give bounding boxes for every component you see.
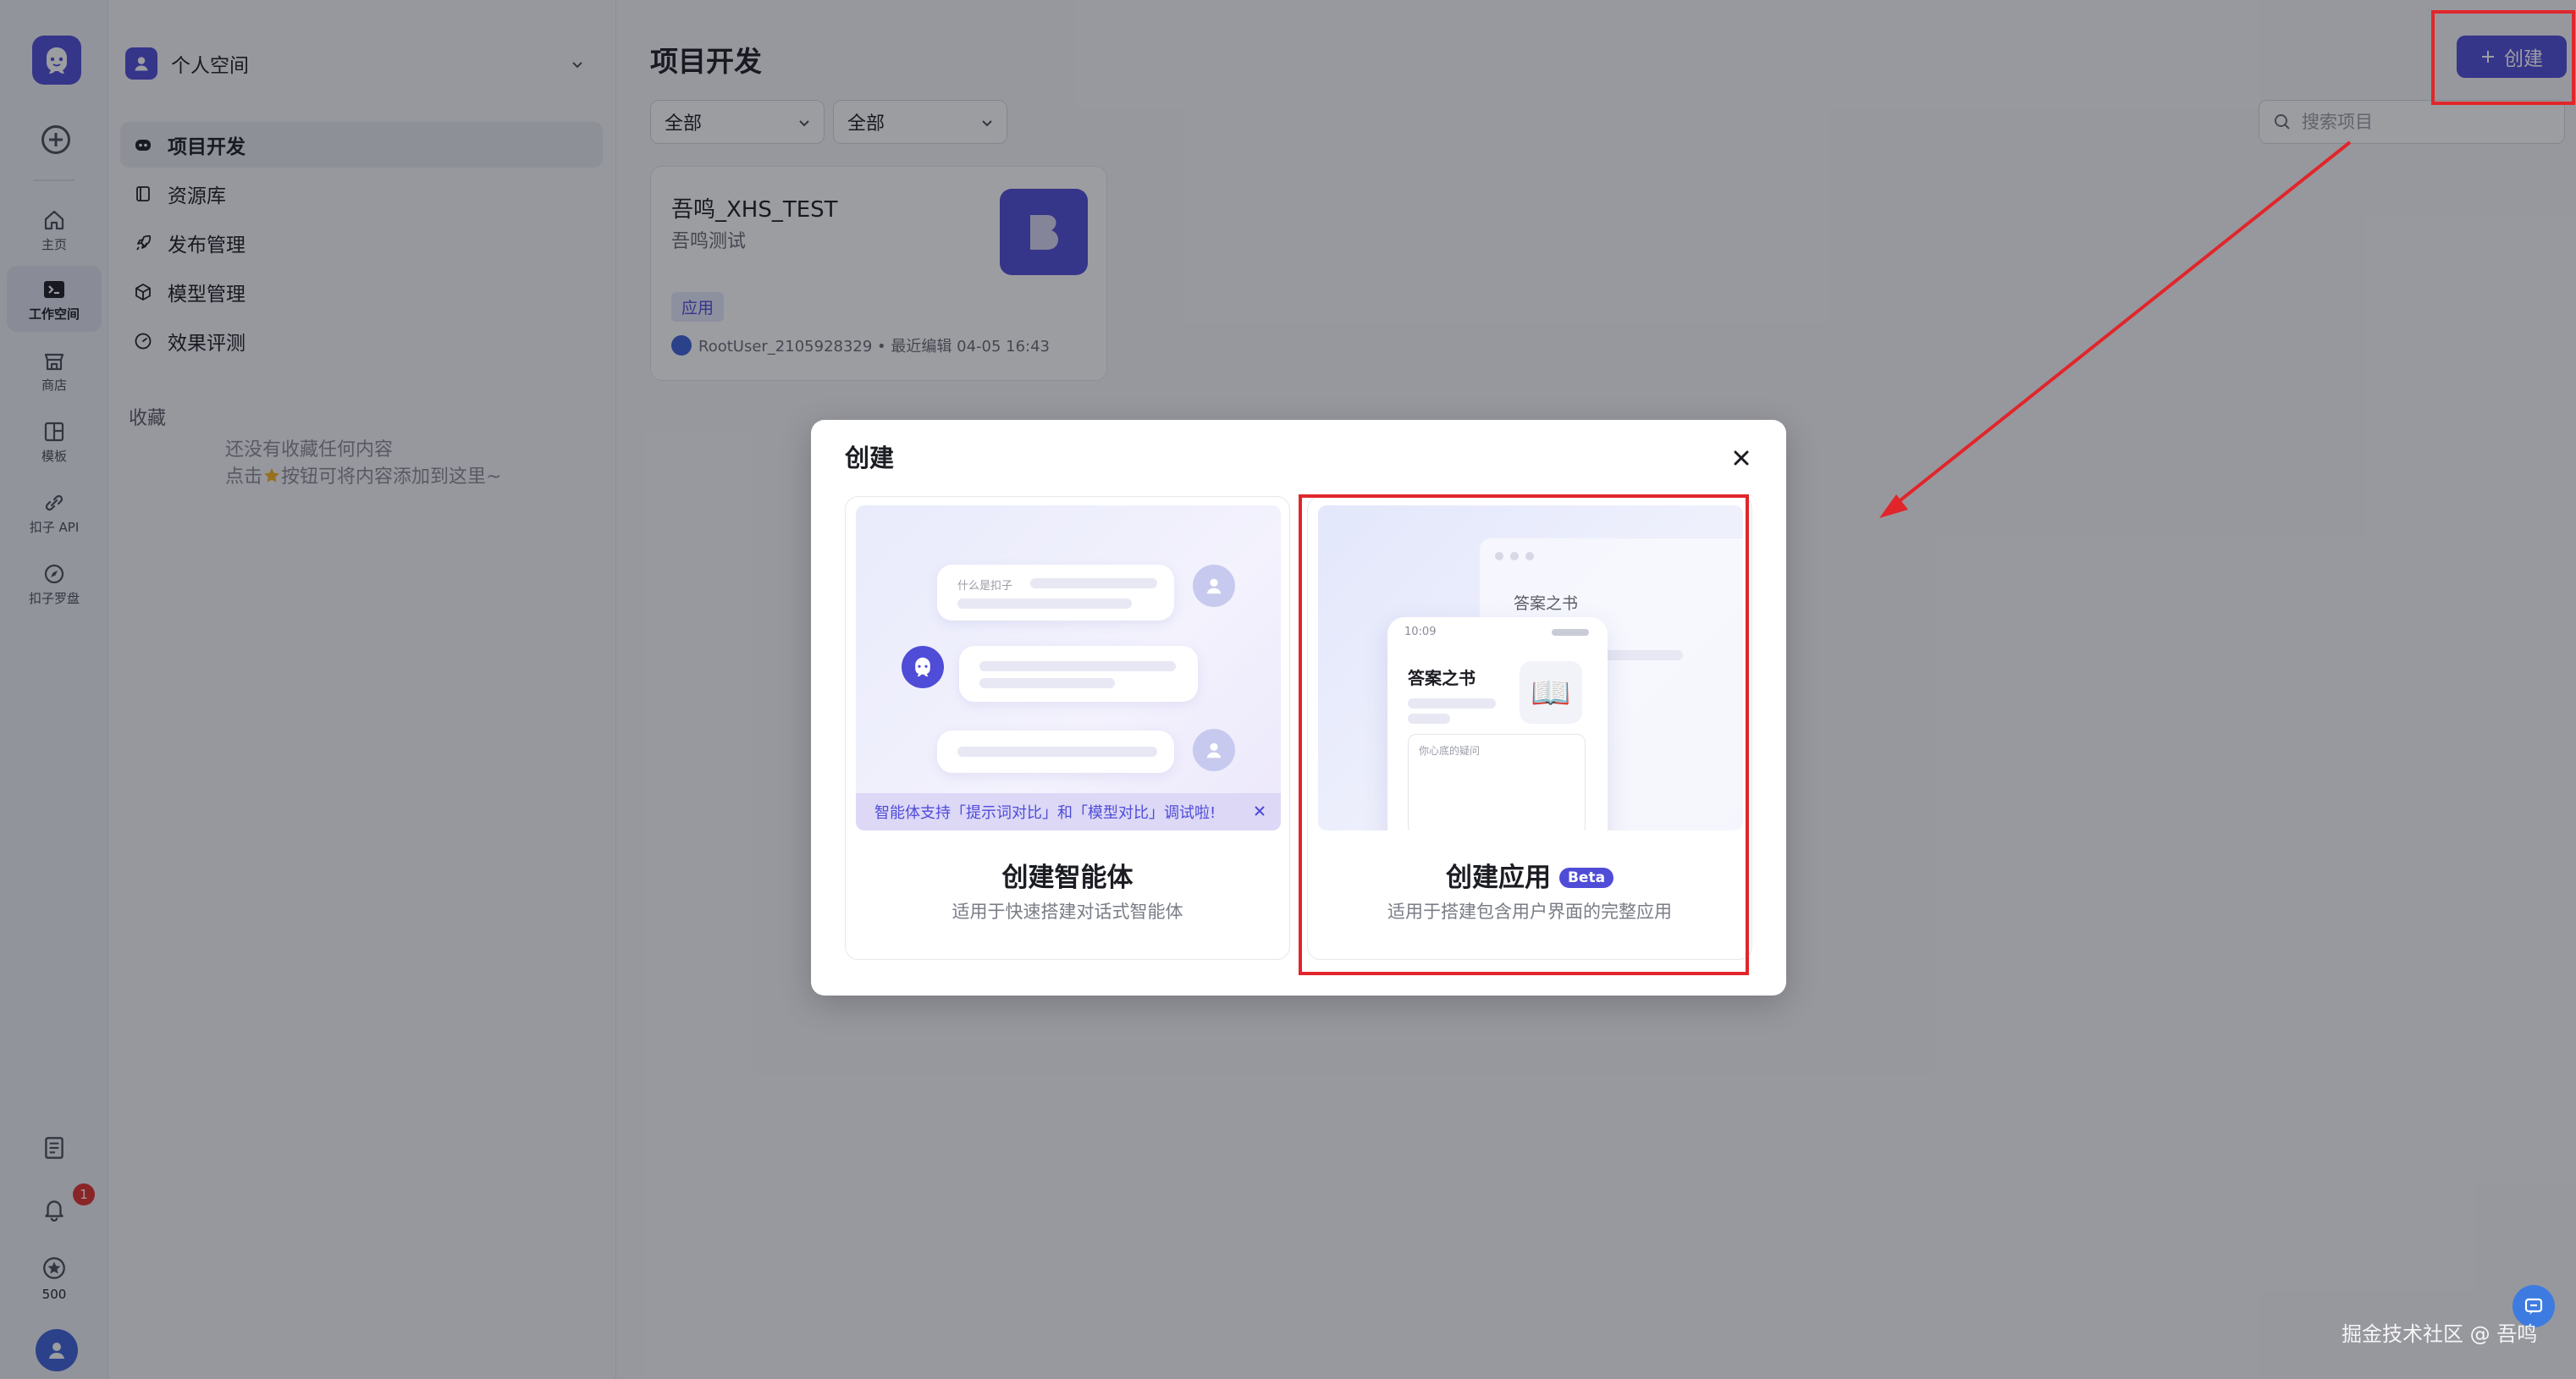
close-tip-icon[interactable]	[1250, 802, 1269, 820]
placeholder-bar	[979, 661, 1176, 671]
create-agent-option[interactable]: 什么是扣子 智能体支持「提示词对比」和「模型对比」调试啦! 创建智能体 适用于快…	[845, 496, 1290, 960]
create-agent-subtitle: 适用于快速搭建对话式智能体	[952, 902, 1183, 922]
compare-tip-text: 智能体支持「提示词对比」和「模型对比」调试啦!	[874, 804, 1216, 822]
user-avatar-icon	[1193, 729, 1235, 771]
annotation-highlight-app	[1299, 494, 1749, 975]
create-agent-title: 创建智能体	[1001, 863, 1134, 893]
agent-preview-image: 什么是扣子 智能体支持「提示词对比」和「模型对比」调试啦!	[856, 505, 1281, 830]
chat-bubble-question-2	[937, 731, 1174, 773]
chat-bubble-answer	[959, 646, 1198, 702]
annotation-highlight-create	[2431, 10, 2575, 105]
chat-bubble-question: 什么是扣子	[937, 565, 1174, 621]
placeholder-bar	[1030, 578, 1157, 588]
watermark: 掘金技术社区 @ 吾鸣	[2342, 1322, 2538, 1346]
modal-title: 创建	[845, 444, 895, 472]
placeholder-bar	[957, 598, 1132, 609]
preview-question: 什么是扣子	[957, 580, 1013, 593]
compare-tip-bar: 智能体支持「提示词对比」和「模型对比」调试啦!	[856, 793, 1281, 830]
placeholder-bar	[957, 747, 1157, 757]
placeholder-bar	[979, 678, 1115, 688]
bot-avatar-icon	[902, 646, 944, 688]
user-avatar-icon	[1193, 565, 1235, 607]
close-icon[interactable]	[1727, 444, 1756, 472]
